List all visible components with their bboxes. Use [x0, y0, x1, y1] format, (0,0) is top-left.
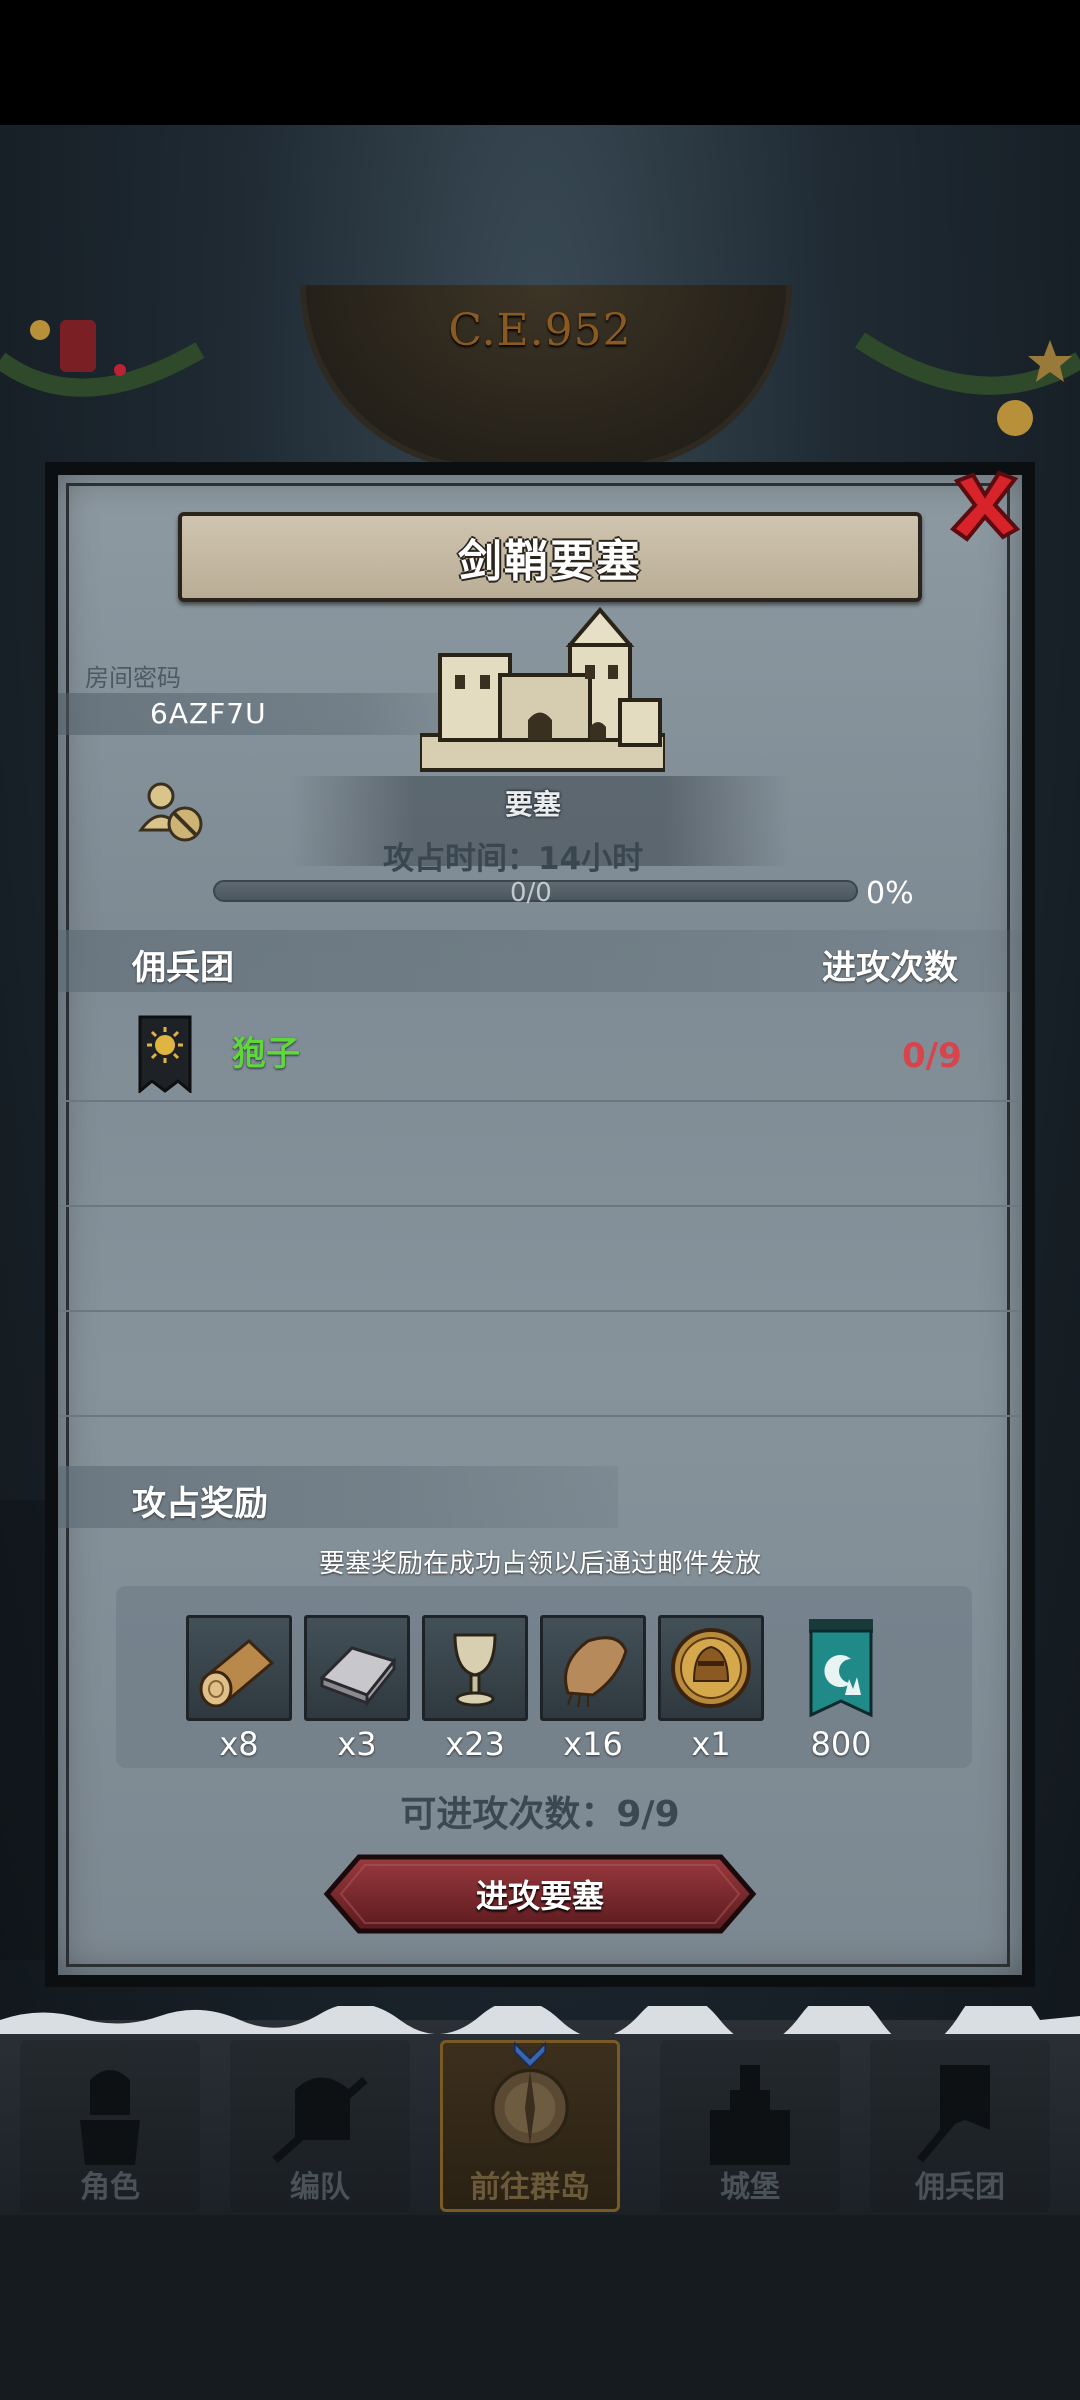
close-icon: [949, 470, 1021, 542]
reward-note: 要塞奖励在成功占领以后通过邮件发放: [318, 1549, 761, 1579]
remaining-attacks: 可进攻次数：9/9: [400, 1794, 680, 1835]
nav-character[interactable]: 角色: [10, 2040, 210, 2212]
reward-qty: x3: [337, 1725, 377, 1763]
mercenary-attack-count: 0/9: [902, 1036, 962, 1076]
castle-tower-icon: [710, 2065, 790, 2165]
mercenary-section-title: 佣兵团: [132, 948, 234, 988]
castle-icon: [420, 606, 665, 772]
status-bar: [0, 0, 1080, 125]
mercenary-name: 狍子: [232, 1034, 300, 1074]
room-password-label: 房间密码: [85, 664, 181, 692]
nav-label: 角色: [80, 2170, 140, 2205]
reward-item[interactable]: x3: [302, 1615, 412, 1763]
nav-label: 前往群岛: [470, 2170, 590, 2205]
reward-qty: x23: [445, 1725, 505, 1763]
reward-qty: x8: [219, 1725, 259, 1763]
fortress-type: 要塞: [505, 788, 562, 821]
reward-qty: x1: [691, 1725, 731, 1763]
nav-label: 城堡: [720, 2170, 780, 2205]
attack-count-header: 进攻次数: [822, 948, 958, 988]
sun-banner-icon: [138, 1015, 192, 1093]
reward-item[interactable]: x23: [420, 1615, 530, 1763]
guild-banner-icon: [809, 1619, 873, 1718]
compass-icon: [491, 2041, 569, 2147]
knight-medal-icon: [671, 1628, 751, 1708]
nav-formation[interactable]: 编队: [220, 2040, 420, 2212]
helmet-sword-icon: [272, 2077, 368, 2163]
no-user-icon: [138, 782, 203, 842]
reward-qty: 800: [810, 1725, 872, 1763]
dialog-title: 剑鞘要塞: [458, 536, 642, 587]
goblet-icon: [453, 1633, 497, 1707]
fur-pelt-icon: [564, 1636, 628, 1708]
reward-item[interactable]: 800: [786, 1615, 896, 1763]
reward-qty: x16: [563, 1725, 623, 1763]
progress-count: 0/0: [510, 878, 552, 908]
garland-left-decoration: [0, 320, 205, 397]
snow-edge-decoration: [0, 2006, 1080, 2034]
knight-icon: [80, 2070, 140, 2165]
reward-item[interactable]: x1: [656, 1615, 766, 1763]
progress-percent: 0%: [866, 876, 914, 911]
reward-item[interactable]: x16: [538, 1615, 648, 1763]
nav-castle[interactable]: 城堡: [650, 2040, 850, 2212]
occupy-time: 攻占时间：14小时: [383, 841, 644, 877]
nav-label: 编队: [290, 2170, 350, 2205]
room-code[interactable]: 6AZF7U: [150, 697, 267, 730]
wood-log-icon: [199, 1638, 275, 1708]
attack-fortress-button[interactable]: 进攻要塞: [323, 1853, 757, 1935]
attack-button-label: 进攻要塞: [475, 1877, 604, 1915]
table-row[interactable]: [58, 997, 1022, 1102]
iron-ingot-icon: [319, 1646, 397, 1708]
nav-mercenary[interactable]: 佣兵团: [860, 2040, 1060, 2212]
table-row: [58, 1207, 1022, 1312]
nav-go-islands[interactable]: 前往群岛: [430, 2040, 630, 2212]
garland-right-decoration: [855, 332, 1080, 436]
mercenary-banner-icon: [916, 2065, 990, 2163]
reward-section-title: 攻占奖励: [132, 1484, 268, 1524]
table-row: [58, 1102, 1022, 1207]
nav-label: 佣兵团: [915, 2170, 1005, 2205]
reward-item[interactable]: x8: [184, 1615, 294, 1763]
table-row: [58, 1312, 1022, 1417]
close-button[interactable]: [940, 462, 1030, 547]
bottom-strip: [0, 2215, 1080, 2400]
title-banner: 剑鞘要塞: [178, 512, 922, 602]
